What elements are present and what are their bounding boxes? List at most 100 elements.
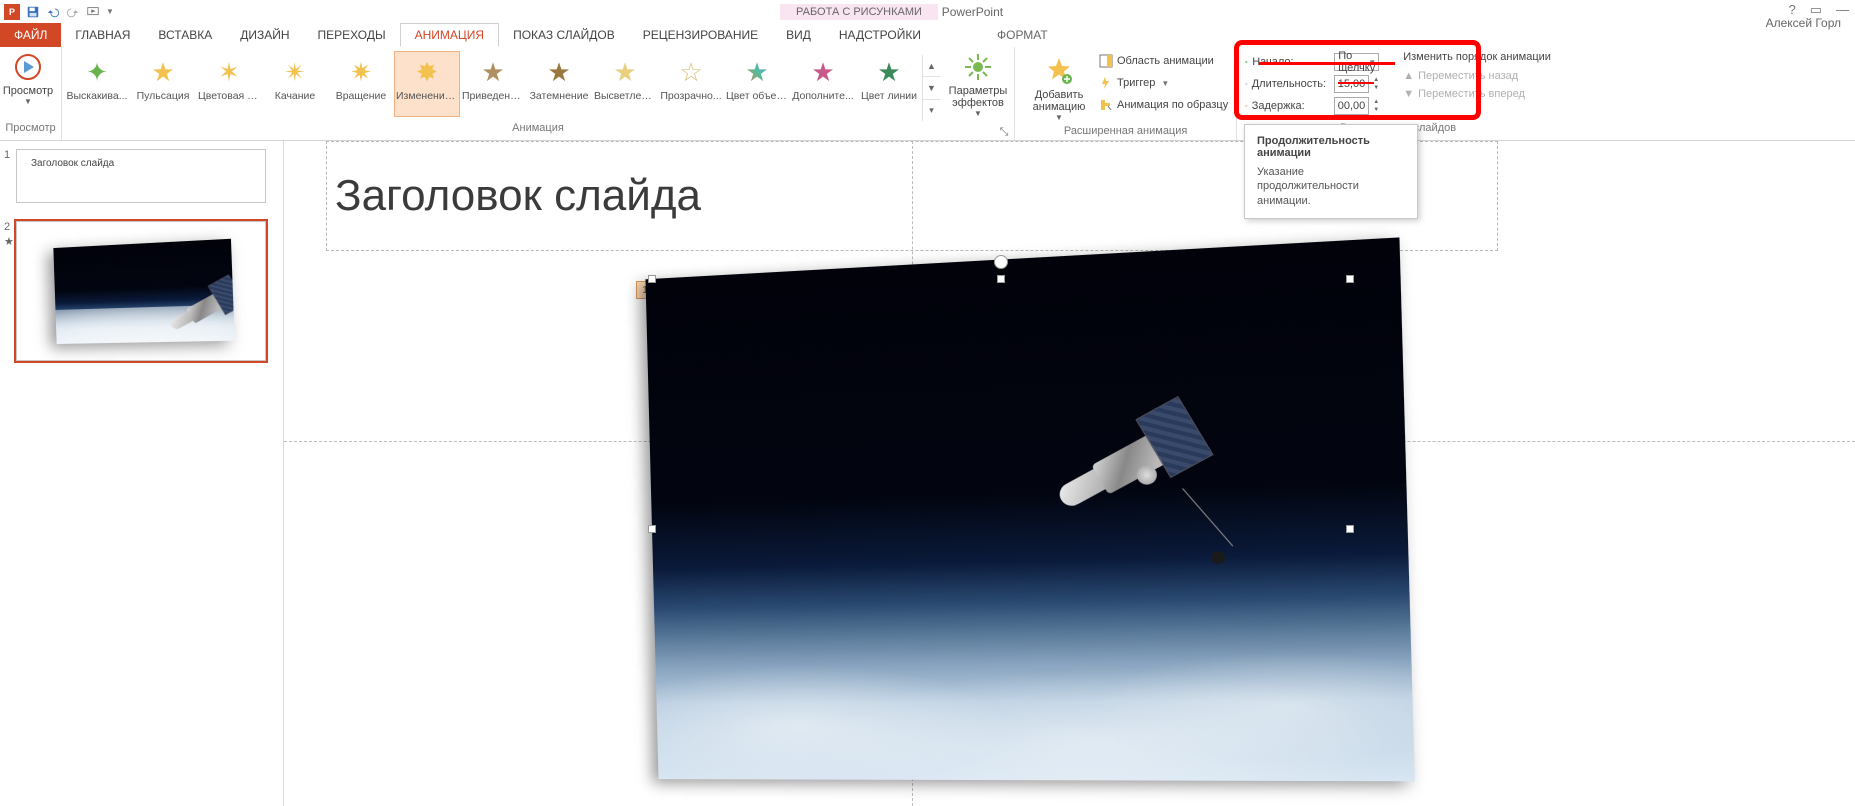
duration-label: Длительность: [1252,78,1330,90]
tab-animation[interactable]: АНИМАЦИЯ [400,23,499,47]
spin-down[interactable]: ▼ [1373,106,1379,114]
selected-picture[interactable] [652,279,1350,779]
start-slideshow-icon[interactable] [86,5,100,19]
gallery-item-transparency[interactable]: ☆Прозрачно... [658,51,724,117]
spin-up[interactable]: ▲ [1373,76,1379,84]
add-animation-button[interactable]: Добавить анимацию ▼ [1023,51,1095,125]
start-row: Начало: По щелчку▼ [1245,51,1379,73]
context-tool-heading: РАБОТА С РИСУНКАМИ [780,4,938,20]
group-advanced-animation: Добавить анимацию ▼ Область анимации Три… [1015,47,1237,140]
animation-gallery: ✦Выскакива... ★Пульсация ✶Цветовая п... … [62,47,942,121]
gallery-item-complementary[interactable]: ★Дополните... [790,51,856,117]
tooltip-title: Продолжительность анимации [1257,135,1405,159]
reorder-header: Изменить порядок анимации [1403,51,1551,63]
ribbon: Просмотр ▼ Просмотр ✦Выскакива... ★Пульс… [0,47,1855,141]
slide-number: 1 [4,149,10,161]
thumbnail-slide-1[interactable]: 1 Заголовок слайда [16,149,267,203]
move-earlier-button[interactable]: ▲Переместить назад [1403,67,1551,85]
rotation-handle[interactable] [994,255,1008,269]
advanced-animation-list: Область анимации Триггер▼ Анимация по об… [1099,51,1228,115]
spin-down[interactable]: ▼ [1373,84,1379,92]
resize-handle-l[interactable] [648,525,656,533]
preview-button[interactable]: Просмотр ▼ [0,47,56,121]
group-label-advanced: Расширенная анимация [1015,125,1236,140]
title-bar: P ▼ Презентация1 - PowerPoint РАБОТА С Р… [0,0,1855,23]
tab-transitions[interactable]: ПЕРЕХОДЫ [304,23,400,47]
gallery-item-spin[interactable]: ✷Вращение [328,51,394,117]
tooltip-body: Указание продолжительности анимации. [1257,165,1405,208]
add-animation-icon [1043,55,1075,87]
gallery-item-line-color[interactable]: ★Цвет линии [856,51,922,117]
gallery-item-fly-in[interactable]: ✦Выскакива... [64,51,130,117]
gallery-more[interactable]: ▾ [923,100,940,121]
resize-handle-t[interactable] [997,275,1005,283]
tab-design[interactable]: ДИЗАЙН [226,23,303,47]
delay-row: Задержка: 00,00 ▲▼ [1245,95,1379,117]
animation-painter-button[interactable]: Анимация по образцу [1099,95,1228,115]
gallery-scroll-up[interactable]: ▲ [923,55,940,77]
gallery-item-darken[interactable]: ★Затемнение [526,51,592,117]
group-label-preview: Просмотр [0,122,61,140]
dialog-launcher-icon[interactable]: ⤡ [998,126,1010,138]
group-preview: Просмотр ▼ Просмотр [0,47,62,140]
start-play-icon [1245,55,1248,69]
resize-handle-tr[interactable] [1346,275,1354,283]
reorder-controls: Изменить порядок анимации ▲Переместить н… [1395,47,1559,103]
gallery-scroll-down[interactable]: ▼ [923,77,940,99]
effect-options-button[interactable]: Параметры эффектов ▼ [942,47,1014,121]
qat-dropdown-icon[interactable]: ▼ [106,7,114,16]
tab-review[interactable]: РЕЦЕНЗИРОВАНИЕ [629,23,772,47]
spin-up[interactable]: ▲ [1373,98,1379,106]
tab-insert[interactable]: ВСТАВКА [144,23,226,47]
resize-handle-r[interactable] [1346,525,1354,533]
animation-pane-icon [1099,54,1113,68]
gallery-item-color-pulse[interactable]: ✶Цветовая п... [196,51,262,117]
thumbnail-slide-2[interactable]: 2 ★ [16,221,267,361]
add-animation-label: Добавить анимацию [1023,89,1095,113]
slide-mini-1: Заголовок слайда [16,149,266,203]
quick-access-toolbar: P ▼ [0,4,114,20]
user-name[interactable]: Алексей Горл [1766,16,1841,30]
gallery-item-lighten[interactable]: ★Высветление [592,51,658,117]
start-dropdown[interactable]: По щелчку▼ [1334,53,1379,71]
resize-handle-tl[interactable] [648,275,656,283]
trigger-icon [1099,76,1113,90]
animation-pane-button[interactable]: Область анимации [1099,51,1228,71]
title-text: Заголовок слайда [335,171,701,221]
slide-number: 2 [4,221,10,233]
undo-icon[interactable] [46,5,60,19]
animation-indicator-icon: ★ [4,235,14,248]
delay-input[interactable]: 00,00 [1334,97,1370,115]
preview-icon [12,51,44,83]
slide-edit-area[interactable]: Заголовок слайда 1 [284,141,1855,806]
gallery-item-desaturate[interactable]: ★Приведени... [460,51,526,117]
animation-painter-icon [1099,98,1113,112]
trigger-button[interactable]: Триггер▼ [1099,73,1228,93]
dropdown-icon: ▼ [24,97,32,106]
effect-options-icon [962,51,994,83]
tab-format[interactable]: ФОРМАТ [983,23,1062,47]
slide-thumbnails-panel: 1 Заголовок слайда 2 ★ [0,141,284,806]
save-icon[interactable] [26,5,40,19]
preview-label: Просмотр [3,85,53,97]
delay-clock-icon [1245,99,1248,113]
powerpoint-icon: P [4,4,20,20]
duration-input[interactable]: 15,00 [1334,75,1370,93]
gallery-item-grow-shrink[interactable]: ✸Изменение... [394,51,460,117]
dropdown-icon: ▼ [974,109,982,118]
redo-icon[interactable] [66,5,80,19]
dropdown-icon: ▼ [1161,79,1169,88]
tab-view[interactable]: ВИД [772,23,825,47]
up-arrow-icon: ▲ [1403,70,1414,82]
gallery-item-object-color[interactable]: ★Цвет объекта [724,51,790,117]
start-label: Начало: [1252,56,1330,68]
duration-row: Длительность: 15,00 ▲▼ [1245,73,1379,95]
tab-addins[interactable]: НАДСТРОЙКИ [825,23,935,47]
move-later-button[interactable]: ▼Переместить вперед [1403,85,1551,103]
tab-slideshow[interactable]: ПОКАЗ СЛАЙДОВ [499,23,629,47]
gallery-item-teeter[interactable]: ✴Качание [262,51,328,117]
tab-home[interactable]: ГЛАВНАЯ [61,23,144,47]
tab-file[interactable]: ФАЙЛ [0,23,61,47]
gallery-item-pulse[interactable]: ★Пульсация [130,51,196,117]
dropdown-icon: ▼ [1368,58,1376,67]
